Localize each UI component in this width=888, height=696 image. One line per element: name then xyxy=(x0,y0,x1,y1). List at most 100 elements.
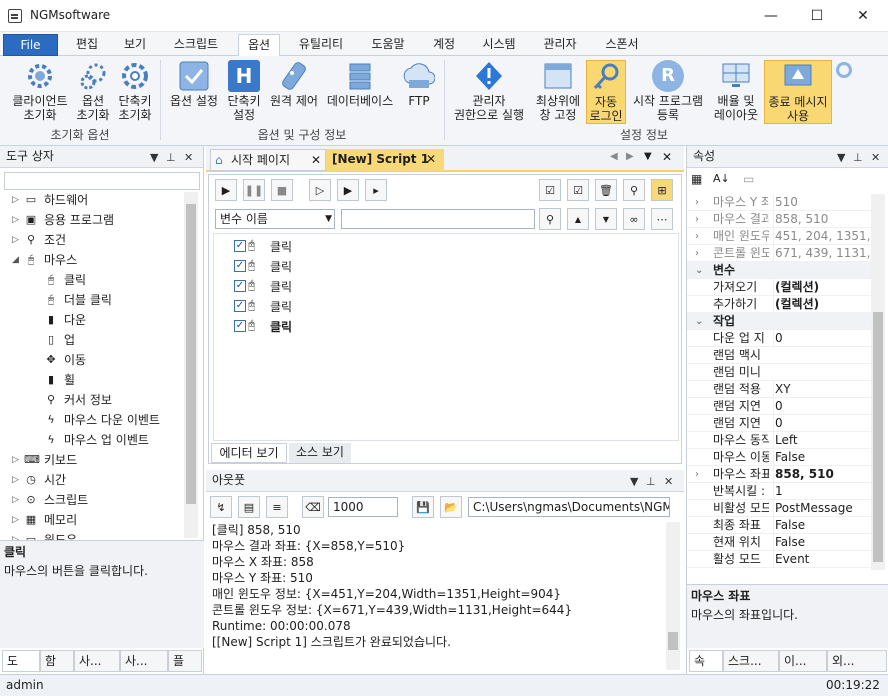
output-scrollbar[interactable] xyxy=(666,522,680,670)
categorized-icon[interactable]: ▦ xyxy=(691,172,711,190)
option-settings-button[interactable]: 옵션 설정 xyxy=(164,60,224,108)
refresh-icon[interactable] xyxy=(836,62,852,78)
variable-input[interactable] xyxy=(341,209,535,229)
collapsed-arrow-icon[interactable]: ▷ xyxy=(12,490,19,510)
property-pages-icon[interactable]: ▭ xyxy=(743,172,763,190)
tree-view-button[interactable]: ⊞ xyxy=(651,179,673,201)
property-row[interactable]: 랜덤 맥시 xyxy=(687,347,871,364)
property-row[interactable]: 현재 위치 False xyxy=(687,534,871,551)
collapsed-arrow-icon[interactable]: ▷ xyxy=(12,470,19,490)
tab-properties[interactable]: 속 xyxy=(689,650,723,672)
property-row[interactable]: 랜덤 지연 0 xyxy=(687,398,871,415)
chevron-right-icon[interactable]: › xyxy=(695,211,699,228)
tab-options[interactable]: 옵션 xyxy=(238,34,280,57)
property-row[interactable]: 다운 업 지 0 xyxy=(687,330,871,347)
property-value[interactable]: 510 xyxy=(773,194,871,211)
pin-icon[interactable]: ⊥ xyxy=(166,148,176,168)
property-value[interactable]: PostMessage xyxy=(773,500,871,517)
run-as-admin-button[interactable]: 관리자 권한으로 실행 xyxy=(448,60,530,122)
ftp-button[interactable]: FTP xyxy=(398,60,440,108)
wrap-button[interactable]: ≡ xyxy=(266,496,288,518)
property-row[interactable]: 마우스 이동 False xyxy=(687,449,871,466)
new-log-button[interactable]: ▤ xyxy=(238,496,260,518)
property-value[interactable]: False xyxy=(773,534,871,551)
collapsed-arrow-icon[interactable]: ▷ xyxy=(12,190,19,210)
property-value[interactable]: 858, 510 xyxy=(773,211,871,228)
property-row[interactable]: › 마우스 Y 좌 510 xyxy=(687,194,871,211)
tab-script[interactable]: 스크립트 xyxy=(164,34,228,56)
exit-message-button[interactable]: 종료 메시지 사용 xyxy=(764,60,832,124)
reset-client-button[interactable]: 클라이언트 초기화 xyxy=(4,60,76,122)
dropdown-icon[interactable]: ▼ xyxy=(644,151,652,162)
run-selection-button[interactable]: ▶ xyxy=(337,179,359,201)
startup-register-button[interactable]: R 시작 프로그램 등록 xyxy=(628,60,708,122)
property-row[interactable]: 가져오기 (컬렉션) xyxy=(687,279,871,296)
loop-button[interactable]: ∞ xyxy=(623,208,645,230)
tab-user-functions[interactable]: 사... xyxy=(120,650,168,672)
toolbox-scrollbar[interactable] xyxy=(184,192,198,538)
remote-control-button[interactable]: 원격 제어 xyxy=(266,60,322,108)
property-row[interactable]: › 매인 윈도우 451, 204, 1351, 90 xyxy=(687,228,871,245)
tab-system[interactable]: 시스템 xyxy=(474,34,524,56)
tab-script-props[interactable]: 스크... xyxy=(723,650,779,672)
close-button[interactable]: ✕ xyxy=(840,0,886,32)
toolbox-search-input[interactable] xyxy=(4,172,200,190)
search-button[interactable]: ⚲ xyxy=(623,179,645,201)
tab-functions[interactable]: 함 xyxy=(40,650,74,672)
collapsed-arrow-icon[interactable]: ▷ xyxy=(12,530,19,540)
eraser-button[interactable]: ⌫ xyxy=(302,496,324,518)
property-value[interactable]: 0 xyxy=(773,330,871,347)
pin-icon[interactable]: ⊥ xyxy=(853,148,863,168)
collapsed-arrow-icon[interactable]: ▷ xyxy=(12,230,19,250)
tab-script-1[interactable]: [New] Script 1 ✕ xyxy=(326,149,444,171)
auto-login-button[interactable]: 자동 로그인 xyxy=(586,60,626,124)
dropdown-icon[interactable]: ▼ xyxy=(837,148,845,168)
chevron-right-icon[interactable]: › xyxy=(695,194,699,211)
property-row[interactable]: 마우스 동작 Left xyxy=(687,432,871,449)
property-row[interactable]: 랜덤 미니 xyxy=(687,364,871,381)
chevron-right-icon[interactable]: › xyxy=(695,245,699,262)
run-line-button[interactable]: ▸ xyxy=(365,179,387,201)
close-icon[interactable]: ✕ xyxy=(311,150,321,170)
property-row[interactable]: › 콘트롤 윈도 671, 439, 1131, 64 xyxy=(687,245,871,262)
property-value[interactable]: False xyxy=(773,449,871,466)
property-value[interactable]: 1 xyxy=(773,483,871,500)
tab-view[interactable]: 보기 xyxy=(116,34,154,56)
chevron-down-icon[interactable]: ⌄ xyxy=(695,262,703,279)
stop-button[interactable]: ■ xyxy=(271,179,293,201)
tab-external[interactable]: 외... xyxy=(827,650,887,672)
tab-editor-view[interactable]: 에디터 보기 xyxy=(211,443,287,463)
collapsed-arrow-icon[interactable]: ▷ xyxy=(12,510,19,530)
property-value[interactable]: Event xyxy=(773,551,871,568)
scale-layout-button[interactable]: 배율 및 레이아웃 xyxy=(708,60,764,122)
pin-icon[interactable]: ⊥ xyxy=(646,472,656,492)
maximize-button[interactable]: ☐ xyxy=(794,0,840,32)
close-icon[interactable]: ✕ xyxy=(871,148,880,168)
property-value[interactable]: (컬렉션) xyxy=(773,296,871,313)
play-button[interactable]: ▶ xyxy=(215,179,237,201)
database-button[interactable]: 데이터베이스 xyxy=(322,60,398,108)
close-icon[interactable]: ✕ xyxy=(662,150,672,164)
tab-user[interactable]: 사... xyxy=(74,650,120,672)
property-value[interactable]: 0 xyxy=(773,398,871,415)
property-row[interactable]: › 마우스 결과 858, 510 xyxy=(687,211,871,228)
property-row[interactable]: 최종 좌표 False xyxy=(687,517,871,534)
tab-edit[interactable]: 편집 xyxy=(68,34,106,56)
property-row[interactable]: 반복시킬 : 1 xyxy=(687,483,871,500)
search-icon[interactable]: ⚲ xyxy=(539,208,561,230)
save-button[interactable]: 💾 xyxy=(412,496,434,518)
tab-start-page[interactable]: ⌂ 시작 페이지 ✕ xyxy=(210,149,326,171)
auto-scroll-button[interactable]: ↯ xyxy=(210,496,232,518)
delete-button[interactable]: 🗑 xyxy=(595,179,617,201)
shortcut-settings-button[interactable]: H 단축키 설정 xyxy=(222,60,266,122)
tab-admin[interactable]: 관리자 xyxy=(534,34,586,56)
tab-toolbox[interactable]: 도 xyxy=(2,650,40,672)
property-value[interactable]: 671, 439, 1131, 64 xyxy=(773,245,871,262)
property-row[interactable]: 비활성 모드 PostMessage xyxy=(687,500,871,517)
tab-sponsor[interactable]: 스폰서 xyxy=(596,34,648,56)
tab-help[interactable]: 도움말 xyxy=(362,34,414,56)
always-on-top-button[interactable]: 최상위에 창 고정 xyxy=(530,60,586,122)
minimize-button[interactable]: — xyxy=(748,0,794,32)
property-row[interactable]: 추가하기 (컬렉션) xyxy=(687,296,871,313)
property-row[interactable]: 랜덤 적용 XY xyxy=(687,381,871,398)
